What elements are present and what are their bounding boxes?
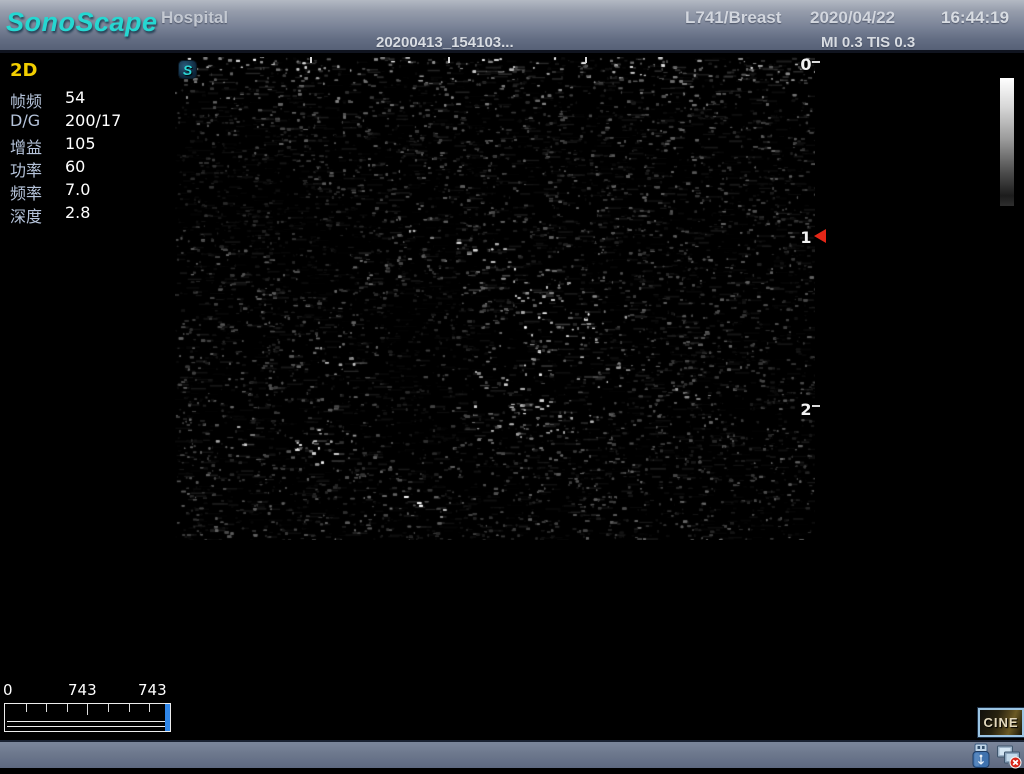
param-label: 深度	[10, 203, 65, 226]
hospital-name: Hospital	[161, 8, 228, 28]
usb-drive-icon[interactable]	[969, 743, 993, 769]
param-row-frequency: 频率 7.0	[10, 180, 160, 203]
width-scale-tick	[448, 57, 450, 63]
param-label: 功率	[10, 157, 65, 180]
cine-track-line	[7, 726, 166, 727]
param-label: 帧频	[10, 88, 65, 111]
cine-track-line	[7, 721, 166, 722]
mode-label: 2D	[10, 60, 160, 81]
param-label: 增益	[10, 134, 65, 157]
grayscale-map-bar	[1000, 78, 1014, 206]
system-taskbar	[0, 740, 1024, 768]
param-row-depth: 深度 2.8	[10, 203, 160, 226]
width-scale-tick	[310, 57, 312, 63]
sonoscape-logo: SonoScape	[6, 7, 158, 38]
depth-mark-1: 1	[798, 228, 814, 247]
width-scale-tick	[585, 57, 587, 63]
param-value: 105	[65, 134, 96, 157]
ultrasound-image	[175, 57, 815, 540]
mi-tis-indices: MI 0.3 TIS 0.3	[821, 34, 915, 51]
cine-start-frame: 0	[3, 681, 13, 699]
depth-mark-2: 2	[798, 400, 814, 419]
cine-track[interactable]	[4, 703, 171, 732]
param-row-dynamic-range: D/G 200/17	[10, 111, 160, 134]
param-value: 200/17	[65, 111, 121, 134]
param-row-gain: 增益 105	[10, 134, 160, 157]
cine-total-frames: 743	[138, 681, 167, 699]
cine-tick	[129, 704, 130, 712]
depth-mark-0: 0	[798, 55, 814, 74]
cine-tick	[46, 704, 47, 712]
system-time: 16:44:19	[941, 8, 1009, 28]
param-row-power: 功率 60	[10, 157, 160, 180]
imaging-parameters-panel: 2D 帧频 54 D/G 200/17 增益 105 功率 60 频率 7.0 …	[10, 60, 160, 226]
cine-tick	[108, 704, 109, 712]
param-label: 频率	[10, 180, 65, 203]
focus-position-marker-icon	[814, 229, 826, 243]
network-disconnected-icon[interactable]	[996, 743, 1020, 769]
param-value: 2.8	[65, 203, 90, 226]
cine-current-frame: 743	[68, 681, 97, 699]
depth-ruler-tick	[812, 405, 820, 407]
param-value: 54	[65, 88, 85, 111]
exam-file-name: 20200413_154103...	[376, 34, 514, 51]
param-value: 60	[65, 157, 85, 180]
depth-ruler-tick	[812, 61, 820, 63]
cine-button[interactable]: CINE	[978, 708, 1024, 737]
param-label: D/G	[10, 111, 65, 134]
title-bar: SonoScape Hospital 20200413_154103... L7…	[0, 0, 1024, 53]
cine-tick	[87, 704, 88, 715]
param-value: 7.0	[65, 180, 90, 203]
cine-tick	[26, 704, 27, 712]
param-row-frame-rate: 帧频 54	[10, 88, 160, 111]
cine-tick	[149, 704, 150, 712]
cine-tick	[67, 704, 68, 712]
cine-scrub-handle[interactable]	[165, 704, 170, 731]
orientation-marker-badge: S	[178, 60, 197, 79]
probe-preset: L741/Breast	[685, 8, 781, 28]
system-date: 2020/04/22	[810, 8, 895, 28]
